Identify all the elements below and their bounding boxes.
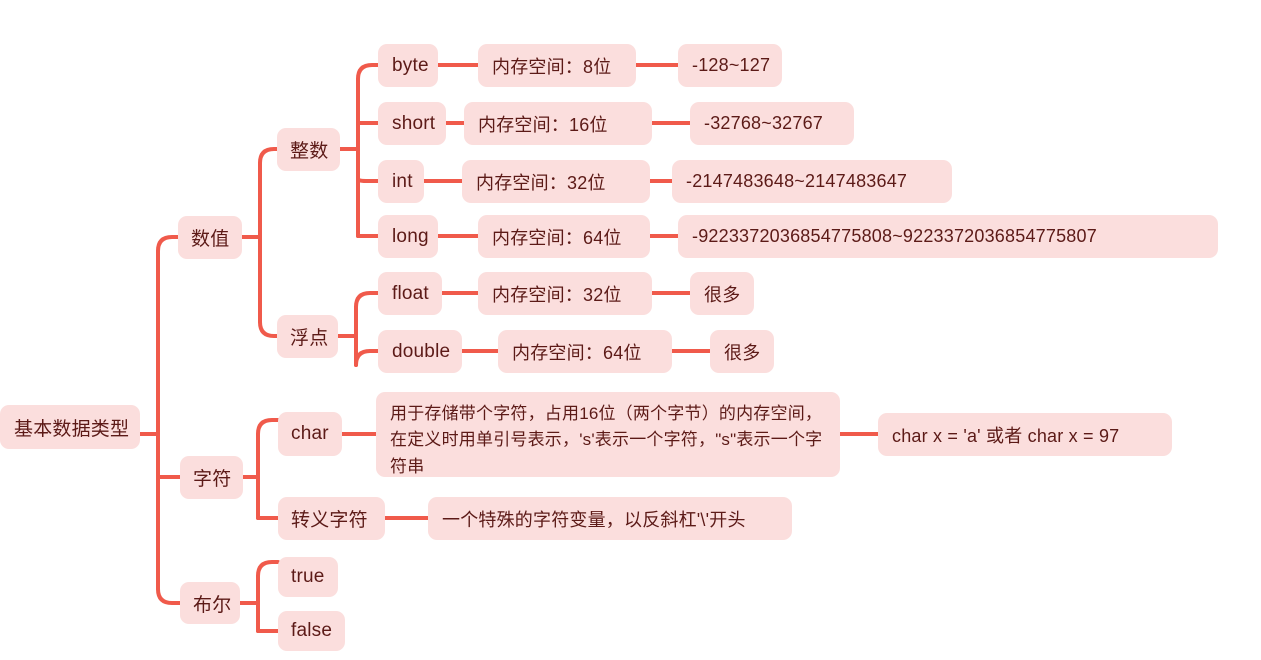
node-escape-char-description-text: 一个特殊的字符变量，以反斜杠'\'开头 xyxy=(442,509,746,530)
node-character[interactable]: 字符 xyxy=(180,456,243,499)
node-int-memory-label: 内存空间：32位 xyxy=(476,172,606,193)
node-char-description-text: 用于存储带个字符，占用16位（两个字节）的内存空间，在定义时用单引号表示，'s'… xyxy=(390,404,823,476)
node-int-range-label: -2147483648~2147483647 xyxy=(686,171,908,191)
node-boolean-false-label: false xyxy=(291,620,333,641)
node-char-example-label: char x = 'a' 或者 char x = 97 xyxy=(892,425,1120,446)
node-long-range[interactable]: -9223372036854775808~9223372036854775807 xyxy=(678,215,1218,258)
node-double-memory-label: 内存空间：64位 xyxy=(512,342,642,363)
node-long-range-label: -9223372036854775808~9223372036854775807 xyxy=(692,226,1097,246)
node-int-range[interactable]: -2147483648~2147483647 xyxy=(672,160,952,203)
node-character-label: 字符 xyxy=(193,469,232,490)
mindmap-canvas: 基本数据类型 数值 字符 布尔 整数 浮点 byte 内存空间：8位 -128~… xyxy=(0,0,1261,660)
node-type-short[interactable]: short xyxy=(378,102,446,145)
node-byte-memory[interactable]: 内存空间：8位 xyxy=(478,44,636,87)
node-type-long[interactable]: long xyxy=(378,215,438,258)
node-int-memory[interactable]: 内存空间：32位 xyxy=(462,160,650,203)
node-boolean-label: 布尔 xyxy=(193,594,232,616)
node-float-memory-label: 内存空间：32位 xyxy=(492,284,622,305)
node-type-short-label: short xyxy=(392,112,436,134)
node-type-double-label: double xyxy=(392,340,451,362)
node-type-byte-label: byte xyxy=(392,54,429,76)
node-type-byte[interactable]: byte xyxy=(378,44,438,87)
node-root-label: 基本数据类型 xyxy=(14,418,130,440)
node-type-int[interactable]: int xyxy=(378,160,424,203)
node-integer[interactable]: 整数 xyxy=(277,128,340,171)
node-boolean-false[interactable]: false xyxy=(278,611,345,651)
node-numeric[interactable]: 数值 xyxy=(178,216,242,259)
node-long-memory[interactable]: 内存空间：64位 xyxy=(478,215,650,258)
node-boolean[interactable]: 布尔 xyxy=(180,582,240,624)
node-escape-char-label: 转义字符 xyxy=(291,510,368,531)
node-byte-range[interactable]: -128~127 xyxy=(678,44,782,87)
node-short-memory[interactable]: 内存空间：16位 xyxy=(464,102,652,145)
node-type-long-label: long xyxy=(392,225,429,247)
node-short-range[interactable]: -32768~32767 xyxy=(690,102,854,145)
node-integer-label: 整数 xyxy=(290,141,329,162)
node-type-double[interactable]: double xyxy=(378,330,462,373)
node-type-float[interactable]: float xyxy=(378,272,442,315)
node-type-char-label: char xyxy=(291,423,329,444)
node-float-range-label: 很多 xyxy=(704,284,741,305)
node-float-group-label: 浮点 xyxy=(290,328,329,349)
node-boolean-true-label: true xyxy=(291,566,325,587)
node-short-memory-label: 内存空间：16位 xyxy=(478,114,608,135)
node-float-range[interactable]: 很多 xyxy=(690,272,754,315)
node-type-char[interactable]: char xyxy=(278,412,342,456)
node-char-description[interactable]: 用于存储带个字符，占用16位（两个字节）的内存空间，在定义时用单引号表示，'s'… xyxy=(376,392,840,477)
node-type-float-label: float xyxy=(392,282,429,304)
node-escape-char-description[interactable]: 一个特殊的字符变量，以反斜杠'\'开头 xyxy=(428,497,792,540)
node-double-memory[interactable]: 内存空间：64位 xyxy=(498,330,672,373)
node-type-int-label: int xyxy=(392,170,413,192)
node-double-range-label: 很多 xyxy=(724,342,761,363)
node-short-range-label: -32768~32767 xyxy=(704,113,824,133)
node-root[interactable]: 基本数据类型 xyxy=(0,405,140,449)
node-byte-range-label: -128~127 xyxy=(692,55,771,75)
node-boolean-true[interactable]: true xyxy=(278,557,338,597)
node-byte-memory-label: 内存空间：8位 xyxy=(492,56,612,77)
node-escape-char[interactable]: 转义字符 xyxy=(278,497,385,540)
node-long-memory-label: 内存空间：64位 xyxy=(492,227,622,248)
node-float-memory[interactable]: 内存空间：32位 xyxy=(478,272,652,315)
node-numeric-label: 数值 xyxy=(191,229,230,250)
node-double-range[interactable]: 很多 xyxy=(710,330,774,373)
node-float-group[interactable]: 浮点 xyxy=(277,315,338,358)
node-char-example[interactable]: char x = 'a' 或者 char x = 97 xyxy=(878,413,1172,456)
